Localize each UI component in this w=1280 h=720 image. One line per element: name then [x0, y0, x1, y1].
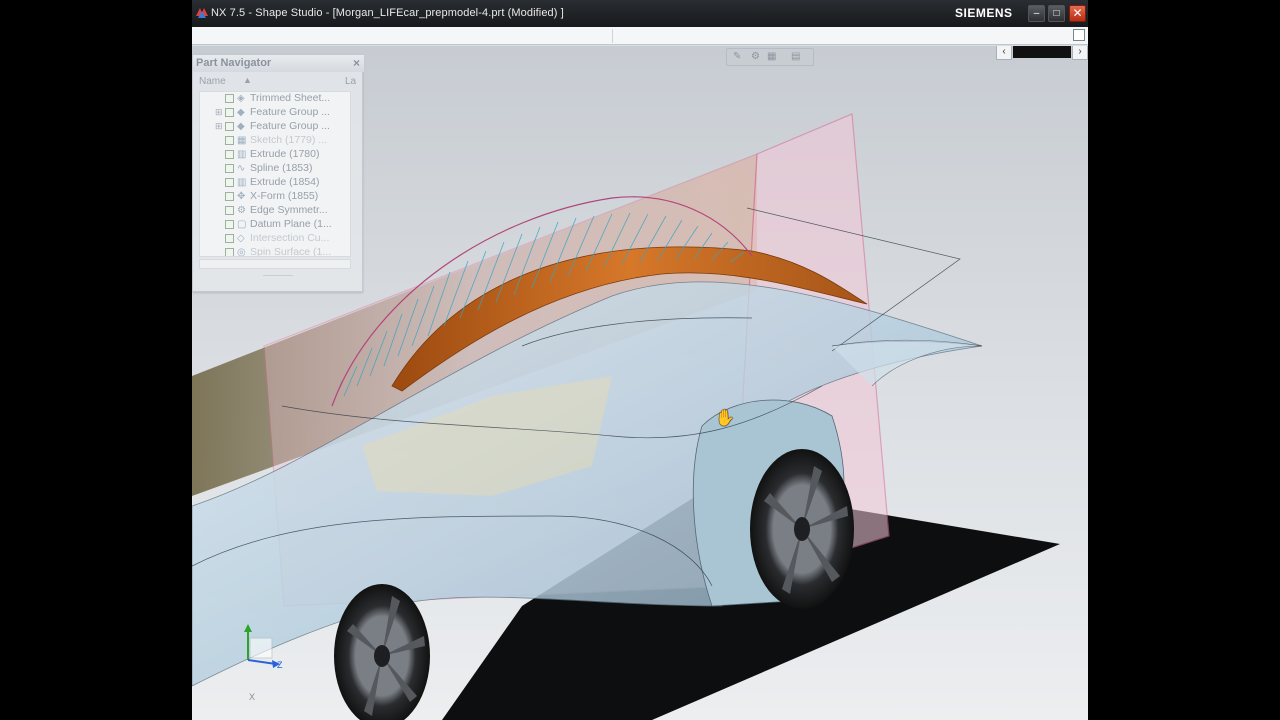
toolbar-divider — [612, 29, 613, 43]
visibility-checkbox[interactable] — [225, 108, 234, 117]
sort-arrow-icon: ▲ — [243, 75, 252, 85]
tree-item-label: Extrude (1780) — [250, 148, 320, 160]
xform-icon: ✥ — [237, 191, 246, 202]
visibility-checkbox[interactable] — [225, 248, 234, 256]
tree-item[interactable]: ◇ Intersection Cu... — [200, 232, 350, 246]
graphics-viewport[interactable]: Part Navigator × Name ▲ La ◈ Trimmed She… — [192, 46, 1088, 720]
tree-item[interactable]: ▥ Extrude (1854) — [200, 176, 350, 190]
column-name[interactable]: Name — [199, 76, 226, 87]
tree-item[interactable]: ∿ Spline (1853) — [200, 162, 350, 176]
resize-grip[interactable] — [263, 275, 293, 279]
tree-item-label: Intersection Cu... — [250, 232, 330, 244]
close-icon[interactable]: × — [353, 56, 360, 70]
sketch-icon: ▦ — [237, 135, 247, 146]
tree-item[interactable]: ▢ Datum Plane (1... — [200, 218, 350, 232]
column-second[interactable]: La — [345, 76, 356, 87]
visibility-checkbox[interactable] — [225, 206, 234, 215]
tree-item[interactable]: ✥ X-Form (1855) — [200, 190, 350, 204]
visibility-checkbox[interactable] — [225, 164, 234, 173]
tree-item-label: Feature Group ... — [250, 106, 330, 118]
tree-item-label: Extrude (1854) — [250, 176, 320, 188]
history-navigation: ‹ › — [996, 46, 1088, 61]
visibility-checkbox[interactable] — [225, 192, 234, 201]
close-button[interactable]: ✕ — [1069, 5, 1086, 22]
grid-icon[interactable]: ▦ — [767, 51, 776, 62]
tree-item-label: Spin Surface (1... — [250, 246, 332, 257]
feature-group-icon: ◆ — [237, 121, 245, 132]
column-header[interactable]: Name ▲ La — [199, 75, 357, 90]
part-navigator-header[interactable]: Part Navigator × — [193, 55, 364, 72]
tree-item-label: Feature Group ... — [250, 120, 330, 132]
visibility-checkbox[interactable] — [225, 122, 234, 131]
sheet-icon: ◈ — [237, 93, 245, 104]
tree-item[interactable]: ⚙ Edge Symmetr... — [200, 204, 350, 218]
chevron-left-icon[interactable]: ‹ — [996, 46, 1012, 60]
feature-group-icon: ◆ — [237, 107, 245, 118]
tree-item-label: Edge Symmetr... — [250, 204, 328, 216]
tree-item[interactable]: ◈ Trimmed Sheet... — [200, 92, 350, 106]
expand-icon[interactable]: ⊞ — [215, 121, 223, 132]
minimize-button[interactable]: – — [1028, 5, 1045, 22]
part-navigator-panel: Part Navigator × Name ▲ La ◈ Trimmed She… — [192, 54, 364, 292]
datum-plane-icon: ▢ — [237, 219, 247, 230]
tree-item[interactable]: ⊞ ◆ Feature Group ... — [200, 106, 350, 120]
tree-item-label: Trimmed Sheet... — [250, 92, 331, 104]
spin-surface-icon: ◎ — [237, 247, 246, 257]
visibility-checkbox[interactable] — [225, 234, 234, 243]
intersection-curve-icon: ◇ — [237, 233, 245, 244]
visibility-checkbox[interactable] — [225, 178, 234, 187]
layout-icon[interactable]: ▤ — [791, 51, 800, 62]
progress-bar — [1013, 46, 1071, 58]
hand-cursor-icon: ✋ — [715, 410, 735, 427]
tree-item-label: Spline (1853) — [250, 162, 313, 174]
x-axis-label: X — [249, 692, 256, 702]
title-bar[interactable]: NX 7.5 - Shape Studio - [Morgan_LIFEcar_… — [192, 0, 1088, 27]
tree-item[interactable]: ▦ Sketch (1779) ... — [200, 134, 350, 148]
tree-item[interactable]: ⊞ ◆ Feature Group ... — [200, 120, 350, 134]
tree-item[interactable]: ▥ Extrude (1780) — [200, 148, 350, 162]
tree-item[interactable]: ◎ Spin Surface (1... — [200, 246, 350, 257]
maximize-button[interactable]: □ — [1048, 5, 1065, 22]
expand-icon[interactable]: ⊞ — [215, 107, 223, 118]
part-navigator-title: Part Navigator — [196, 57, 272, 69]
tree-item-label: X-Form (1855) — [250, 190, 319, 202]
extrude-icon: ▥ — [237, 177, 247, 188]
chevron-right-icon[interactable]: › — [1072, 46, 1088, 60]
spline-icon: ∿ — [237, 163, 246, 174]
coordinate-triad — [244, 624, 280, 668]
nx-app-icon — [196, 8, 208, 18]
tree-item-label: Sketch (1779) ... — [250, 134, 328, 146]
view-toolbar: ✎ ⚙ ▦ ▤ — [726, 48, 814, 66]
edge-symmetry-icon: ⚙ — [237, 205, 246, 216]
visibility-checkbox[interactable] — [225, 94, 234, 103]
siemens-logo: SIEMENS — [955, 6, 1013, 20]
visibility-checkbox[interactable] — [225, 136, 234, 145]
gear-icon[interactable]: ⚙ — [751, 51, 760, 62]
horizontal-scrollbar[interactable] — [199, 259, 351, 269]
nx-window: NX 7.5 - Shape Studio - [Morgan_LIFEcar_… — [192, 0, 1088, 720]
restore-layout-icon[interactable] — [1073, 29, 1085, 41]
z-axis-label: Z — [277, 660, 283, 670]
extrude-icon: ▥ — [237, 149, 247, 160]
window-title: NX 7.5 - Shape Studio - [Morgan_LIFEcar_… — [211, 7, 564, 19]
visibility-checkbox[interactable] — [225, 150, 234, 159]
tree-item-label: Datum Plane (1... — [250, 218, 332, 230]
paint-icon[interactable]: ✎ — [733, 51, 741, 62]
toolbar-strip — [192, 27, 1088, 45]
feature-tree: ◈ Trimmed Sheet... ⊞ ◆ Feature Group ...… — [199, 91, 351, 257]
visibility-checkbox[interactable] — [225, 220, 234, 229]
